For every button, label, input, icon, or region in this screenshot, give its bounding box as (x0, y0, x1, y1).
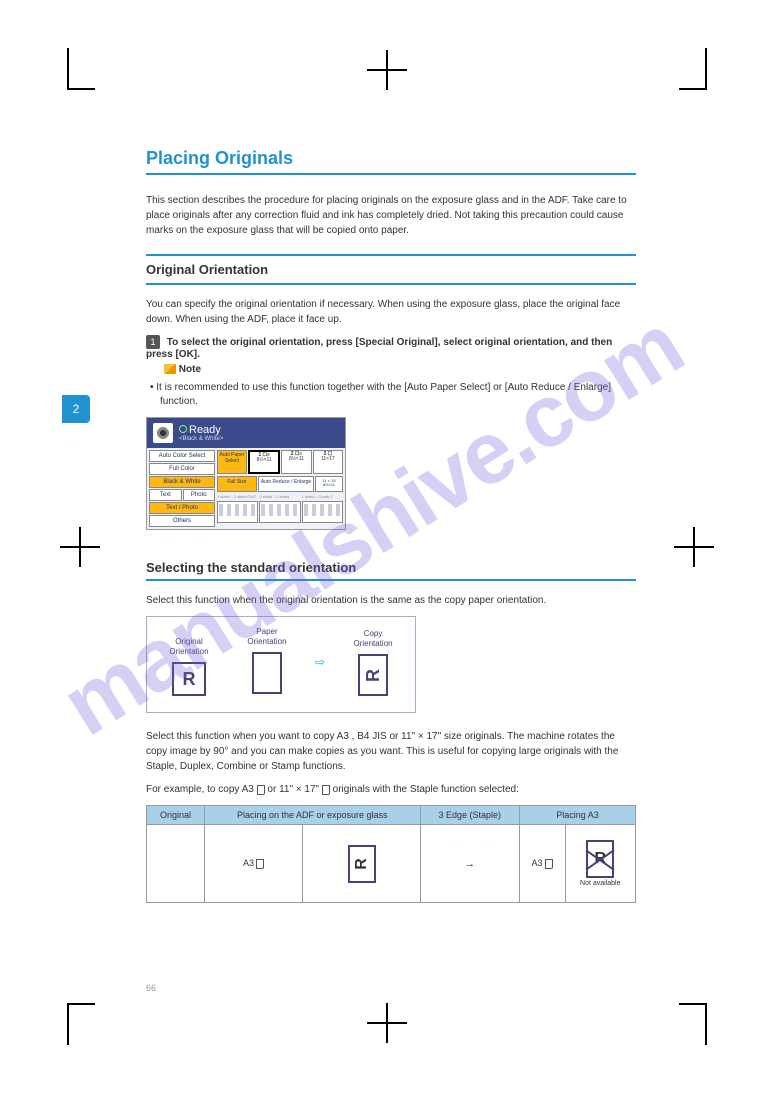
th-placing-adf: Placing on the ADF or exposure glass (204, 806, 420, 825)
orientation-table: Original Placing on the ADF or exposure … (146, 805, 636, 903)
landscape-icon (257, 785, 265, 795)
orient-label-2: Paper Orientation (237, 627, 297, 646)
duplex-2[interactable] (259, 501, 300, 523)
intro-text: This section describes the procedure for… (146, 193, 636, 238)
cell-paper-bad: R Not available (565, 825, 635, 903)
section-title: Original Orientation (146, 254, 636, 285)
tray-1[interactable]: 1 ☐≡8½×11 (248, 450, 280, 474)
paper-orient-icon (252, 652, 282, 694)
not-available: Not available (572, 880, 629, 887)
photo-button[interactable]: Photo (183, 489, 216, 501)
tray-2[interactable]: 2 ☐≡8½×11 (281, 450, 311, 474)
duplex-3[interactable] (302, 501, 343, 523)
duplex-labels: 1 sided→2 sided:TtoT2 sided→2 sided1 sid… (217, 494, 343, 499)
cell-paper-1: R (303, 825, 420, 903)
cell-original (147, 825, 205, 903)
step-text: To select the original orientation, pres… (146, 337, 612, 360)
chapter-tab: 2 (62, 395, 90, 423)
body-4: For example, to copy A3 or 11" × 17" ori… (146, 782, 636, 797)
landscape-icon (322, 785, 330, 795)
note-line: Note (164, 364, 636, 375)
portrait-icon (256, 859, 264, 869)
orient-label-1: Original Orientation (159, 637, 219, 656)
cell-size-2: A3 (520, 825, 565, 903)
cell-size-1: A3 (204, 825, 303, 903)
th-placing-a3: Placing A3 (520, 806, 636, 825)
note-label: Note (179, 364, 201, 375)
status-mode: <Black & White> (179, 436, 223, 442)
body-text: You can specify the original orientation… (146, 297, 636, 327)
page-content: Placing Originals This section describes… (146, 148, 636, 903)
page-title: Placing Originals (146, 148, 636, 175)
tray-3[interactable]: 3 ☐11×17 (313, 450, 343, 474)
landscape-icon (545, 859, 553, 869)
printer-display: Ready <Black & White> Auto Color Select … (146, 417, 346, 530)
arrow-icon: ⇨ (315, 655, 325, 669)
cell-arrow: → (420, 825, 520, 903)
bw-button[interactable]: Black & White (149, 476, 215, 488)
auto-reduce-button[interactable]: Auto Reduce / Enlarge (258, 476, 314, 492)
duplex-1[interactable] (217, 501, 258, 523)
others-button[interactable]: Others (149, 515, 215, 527)
body-2: Select this function when the original o… (146, 593, 636, 608)
full-size-button[interactable]: Full Size (217, 476, 257, 492)
auto-paper-button[interactable]: Auto Paper Select (217, 450, 247, 474)
orient-label-3: Copy Orientation (343, 629, 403, 648)
copy-orient-icon: R (358, 654, 388, 696)
auto-color-button[interactable]: Auto Color Select (149, 450, 215, 462)
note-bullet: It is recommended to use this function t… (160, 381, 636, 409)
th-original: Original (147, 806, 205, 825)
original-paper-icon: R (172, 662, 206, 696)
display-header: Ready <Black & White> (147, 418, 345, 448)
section-2-title: Selecting the standard orientation (146, 560, 636, 581)
text-button[interactable]: Text (149, 489, 182, 501)
body-3: Select this function when you want to co… (146, 729, 636, 774)
full-color-button[interactable]: Full Color (149, 463, 215, 475)
page-number: 66 (146, 983, 156, 993)
step-number: 1 (146, 335, 160, 349)
th-staple: 3 Edge (Staple) (420, 806, 520, 825)
note-icon (164, 364, 176, 374)
preset-ratio[interactable]: 11 × 15 8½×11 (315, 476, 343, 492)
status-ready: Ready (179, 424, 223, 436)
orientation-diagram: Original Orientation R Paper Orientation… (146, 616, 416, 713)
copier-icon (153, 423, 173, 443)
text-photo-button[interactable]: Text / Photo (149, 502, 215, 514)
step-1: 1 To select the original orientation, pr… (146, 335, 636, 360)
